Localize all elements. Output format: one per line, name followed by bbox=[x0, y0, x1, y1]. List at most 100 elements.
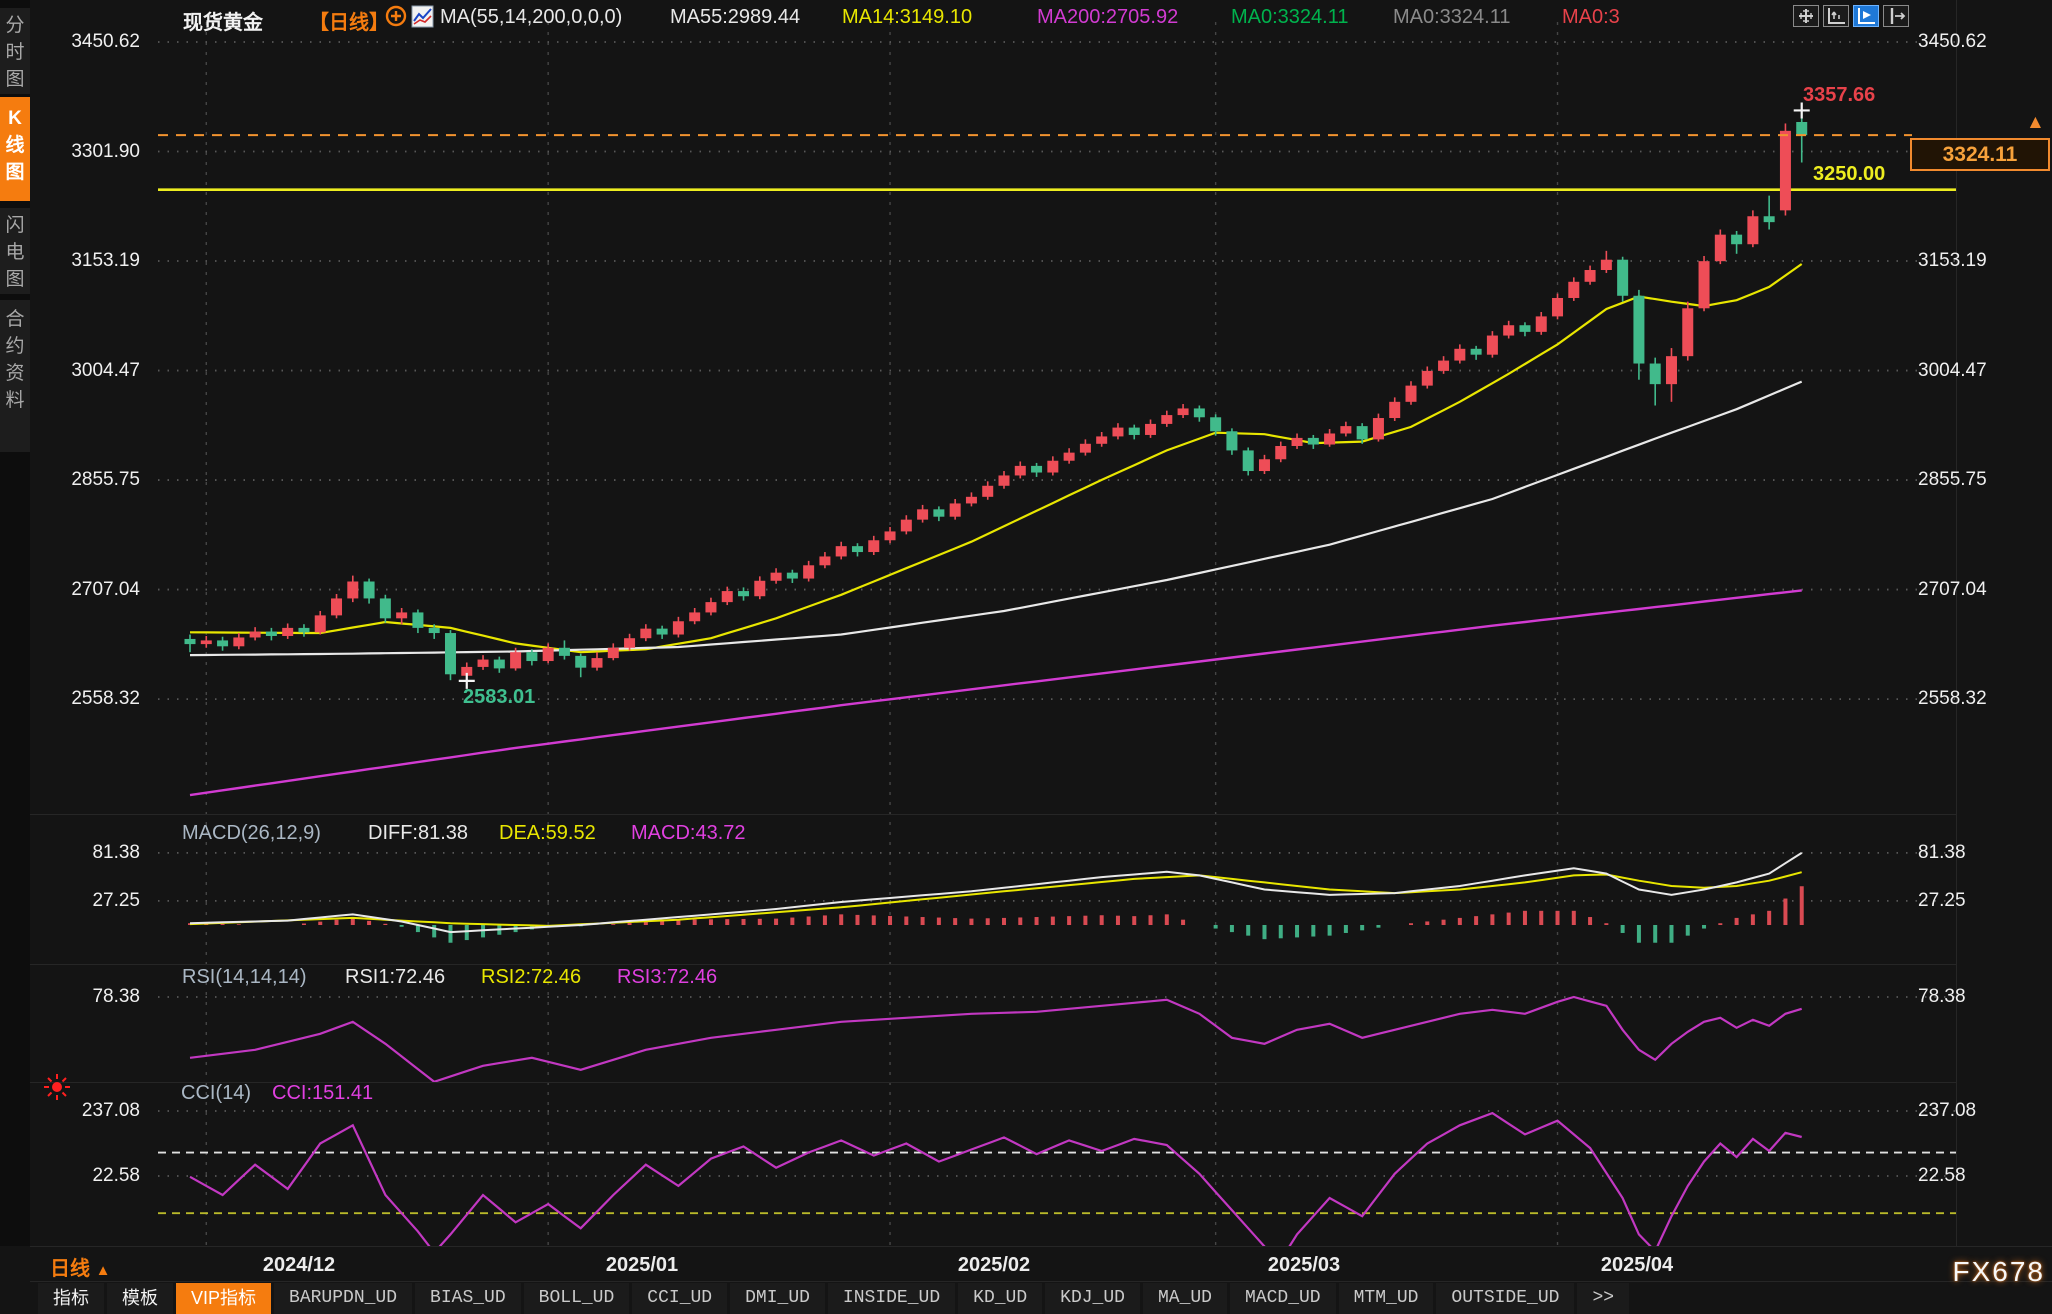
rsi3-value: RSI3:72.46 bbox=[617, 966, 717, 989]
rsi-tick: 78.38 bbox=[92, 986, 140, 1008]
candle bbox=[233, 637, 244, 646]
toolbar-button-VIP[interactable]: VIP指标 bbox=[176, 1283, 271, 1314]
candle bbox=[1552, 298, 1563, 316]
sidebar-item-kline-chart[interactable]: K线图 bbox=[0, 97, 30, 201]
low-price-label: 2583.01 bbox=[463, 686, 535, 709]
candle bbox=[950, 503, 961, 516]
circled-plus-icon[interactable] bbox=[384, 4, 408, 34]
candle bbox=[429, 628, 440, 633]
toolbar-button-MTM_UD[interactable]: MTM_UD bbox=[1339, 1283, 1434, 1314]
date-axis: 2024/122025/012025/022025/032025/04 bbox=[30, 1248, 2052, 1281]
candle bbox=[1178, 408, 1189, 415]
toolbar-button-MACD_UD[interactable]: MACD_UD bbox=[1230, 1283, 1336, 1314]
toolbar-button-BOLL_UD[interactable]: BOLL_UD bbox=[524, 1283, 630, 1314]
rsi-title: RSI(14,14,14) bbox=[182, 966, 307, 989]
candle bbox=[1161, 415, 1172, 424]
candle bbox=[526, 652, 537, 661]
watermark: FX678 bbox=[1895, 1256, 2045, 1288]
candle bbox=[1519, 325, 1530, 332]
ma-line-ma55 bbox=[190, 382, 1802, 655]
toolbar-button-BARUPDN_UD[interactable]: BARUPDN_UD bbox=[274, 1283, 412, 1314]
candle bbox=[1096, 436, 1107, 443]
toolbar-button-KDJ_UD[interactable]: KDJ_UD bbox=[1045, 1283, 1140, 1314]
last-price-box[interactable]: 3324.11 bbox=[1910, 138, 2050, 171]
price-tick: 2855.75 bbox=[71, 469, 140, 491]
period-selector[interactable]: 日线 ▲ bbox=[50, 1252, 110, 1281]
month-label: 2025/03 bbox=[1268, 1254, 1340, 1277]
macd-tick: 27.25 bbox=[92, 890, 140, 912]
candle bbox=[559, 648, 570, 656]
candle bbox=[1601, 260, 1612, 270]
candle bbox=[298, 628, 309, 632]
candle bbox=[1324, 433, 1335, 444]
hline-price-label: 3250.00 bbox=[1813, 163, 1885, 186]
candle bbox=[1389, 402, 1400, 418]
trading-app-window: 分时图 K线图 闪电图 合约资料 现货黄金 【日线】 MA(55 bbox=[0, 0, 2052, 1314]
month-label: 2025/02 bbox=[958, 1254, 1030, 1277]
candle bbox=[1194, 408, 1205, 417]
candle bbox=[315, 615, 326, 632]
candle bbox=[364, 582, 375, 599]
macd-tick: 81.38 bbox=[92, 842, 140, 864]
candle bbox=[1015, 466, 1026, 476]
cci-title: CCI(14) bbox=[181, 1082, 251, 1105]
macd-title: MACD(26,12,9) bbox=[182, 822, 321, 845]
candle bbox=[673, 621, 684, 634]
cci-tick: 237.08 bbox=[82, 1100, 140, 1122]
live-pulse-icon bbox=[42, 1072, 72, 1107]
candle bbox=[982, 486, 993, 497]
scroll-latest-arrow-icon[interactable]: ▲ bbox=[2026, 112, 2045, 134]
candle bbox=[1210, 417, 1221, 431]
macd-histogram bbox=[188, 886, 1804, 942]
sidebar-item-lightning-chart[interactable]: 闪电图 bbox=[0, 208, 30, 294]
month-label: 2025/04 bbox=[1601, 1254, 1673, 1277]
ma-line-ma200 bbox=[190, 590, 1802, 795]
toolbar-button-INSIDE_UD[interactable]: INSIDE_UD bbox=[828, 1283, 955, 1314]
candle bbox=[1764, 216, 1775, 222]
ma0-value-current: MA0:3324.11 bbox=[1231, 6, 1349, 29]
mini-chart-icon[interactable] bbox=[411, 5, 434, 34]
candle bbox=[478, 660, 489, 667]
candle bbox=[771, 573, 782, 581]
candle bbox=[787, 573, 798, 579]
axis-scale-icon[interactable] bbox=[1823, 5, 1849, 27]
toolbar-button-more[interactable]: >> bbox=[1577, 1283, 1629, 1314]
collapse-right-icon[interactable] bbox=[1883, 5, 1909, 27]
candle bbox=[592, 658, 603, 668]
auto-scroll-icon[interactable] bbox=[1853, 5, 1879, 27]
ma-settings: MA(55,14,200,0,0,0) bbox=[440, 6, 622, 29]
price-gridlines bbox=[158, 42, 1956, 1176]
candle bbox=[1259, 459, 1270, 471]
candle bbox=[966, 497, 977, 504]
price-tick: 3004.47 bbox=[1918, 360, 1987, 382]
toolbar-button-MA_UD[interactable]: MA_UD bbox=[1143, 1283, 1227, 1314]
ma-line-ma14 bbox=[190, 264, 1802, 652]
period-tag[interactable]: 【日线】 bbox=[309, 6, 389, 35]
toolbar-button-CCI_UD[interactable]: CCI_UD bbox=[632, 1283, 727, 1314]
panel-separator bbox=[30, 1281, 2052, 1282]
toolbar-button-OUTSIDE_UD[interactable]: OUTSIDE_UD bbox=[1436, 1283, 1574, 1314]
ma55-value: MA55:2989.44 bbox=[670, 6, 800, 29]
sidebar-item-contract-info[interactable]: 合约资料 bbox=[0, 300, 30, 452]
toolbar-button-BIAS_UD[interactable]: BIAS_UD bbox=[415, 1283, 521, 1314]
candle bbox=[1438, 361, 1449, 371]
candle bbox=[624, 638, 635, 648]
toolbar-button-more[interactable]: 模板 bbox=[107, 1283, 173, 1314]
candle bbox=[689, 612, 700, 621]
macd-diff-value: DIFF:81.38 bbox=[368, 822, 468, 845]
candle bbox=[1633, 296, 1644, 364]
pan-tool-icon[interactable] bbox=[1793, 5, 1819, 27]
chart-canvas[interactable] bbox=[0, 0, 2052, 1314]
candle bbox=[1568, 282, 1579, 298]
candle bbox=[999, 475, 1010, 485]
toolbar-button-DMI_UD[interactable]: DMI_UD bbox=[730, 1283, 825, 1314]
toolbar-button-more[interactable]: 指标 bbox=[38, 1283, 104, 1314]
candle bbox=[217, 640, 228, 646]
rsi2-value: RSI2:72.46 bbox=[481, 966, 581, 989]
candle bbox=[933, 509, 944, 516]
toolbar-button-KD_UD[interactable]: KD_UD bbox=[958, 1283, 1042, 1314]
price-tick: 3153.19 bbox=[71, 250, 140, 272]
candle bbox=[1454, 349, 1465, 361]
candle bbox=[868, 540, 879, 552]
candle bbox=[1308, 438, 1319, 445]
